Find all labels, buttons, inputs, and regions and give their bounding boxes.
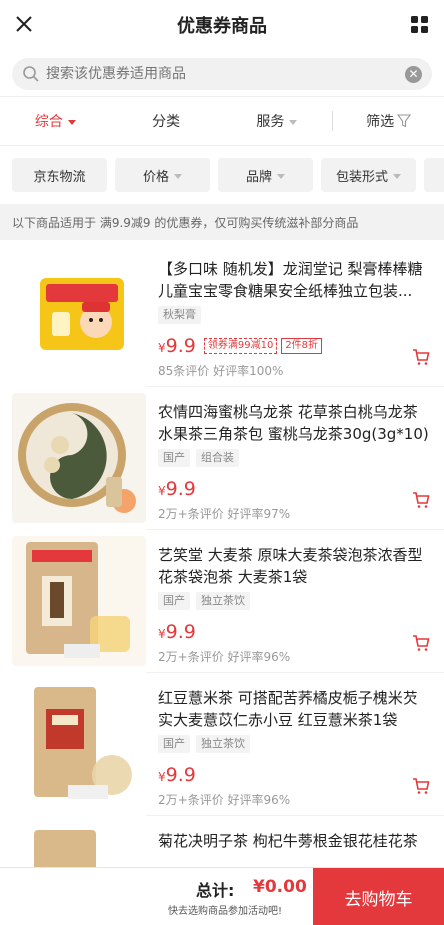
chip-label: 京东物流 (33, 169, 86, 185)
product-card[interactable]: 红豆薏米茶 可搭配苦荞橘皮栀子槐米芡实大麦薏苡仁赤小豆 红豆薏米茶1袋 国产 独… (0, 673, 444, 816)
promo-badge: 2件8折 (281, 338, 323, 354)
product-tag: 独立茶饮 (196, 735, 250, 753)
close-icon[interactable] (12, 12, 36, 36)
search-box[interactable]: ✕ (12, 58, 432, 90)
product-card[interactable]: 【多口味 随机发】龙润堂记 梨膏棒棒糖儿童宝宝零食糖果安全纸棒独立包装... 秋… (0, 244, 444, 387)
add-to-cart-icon[interactable] (412, 491, 430, 509)
price-symbol: ¥ (158, 627, 166, 641)
price: ¥9.9 (158, 335, 196, 357)
total-area: 总计: ¥0.00 快去选购商品参加活动吧! (0, 868, 313, 925)
product-info: 红豆薏米茶 可搭配苦荞橘皮栀子槐米芡实大麦薏苡仁赤小豆 红豆薏米茶1袋 国产 独… (146, 673, 444, 816)
price-value: 9.9 (165, 621, 196, 643)
tag-list: 国产 独立茶饮 (158, 735, 430, 753)
price-row: ¥9.9 (158, 763, 430, 787)
filter-chip-more[interactable] (424, 158, 444, 192)
product-tag: 组合装 (196, 449, 239, 467)
chip-label: 价格 (142, 169, 169, 185)
sort-label: 筛选 (366, 114, 395, 130)
price-value: 9.9 (165, 335, 196, 357)
filter-chip-brand[interactable]: 品牌 (218, 158, 313, 192)
caret-down-icon (174, 173, 182, 179)
caret-down-icon (393, 173, 401, 179)
product-info: 农情四海蜜桃乌龙茶 花草茶白桃乌龙茶水果茶三角茶包 蜜桃乌龙茶30g(3g*10… (146, 387, 444, 530)
product-name[interactable]: 红豆薏米茶 可搭配苦荞橘皮栀子槐米芡实大麦薏苡仁赤小豆 红豆薏米茶1袋 (158, 687, 430, 731)
price: ¥9.9 (158, 621, 196, 643)
price-value: 9.9 (165, 478, 196, 500)
price-row: ¥9.9 领券满99减10 2件8折 (158, 334, 430, 358)
price-row: ¥9.9 (158, 620, 430, 644)
sort-service[interactable]: 服务 (222, 111, 333, 131)
product-image (12, 393, 146, 523)
coupon-notice: 以下商品适用于 满9.9减9 的优惠券，仅可购买传统滋补部分商品 (0, 204, 444, 240)
caret-down-icon (289, 119, 298, 125)
caret-down-icon (67, 119, 76, 125)
tag-list: 国产 组合装 (158, 449, 430, 467)
filter-chip-price[interactable]: 价格 (115, 158, 210, 192)
product-card[interactable]: 艺笑堂 大麦茶 原味大麦茶袋泡茶浓香型花茶袋泡茶 大麦茶1袋 国产 独立茶饮 ¥… (0, 530, 444, 673)
hint-text: 快去选购商品参加活动吧! (168, 906, 283, 917)
grid-menu-icon[interactable] (410, 15, 430, 35)
total-amount: ¥0.00 (253, 877, 307, 897)
product-card[interactable]: 农情四海蜜桃乌龙茶 花草茶白桃乌龙茶水果茶三角茶包 蜜桃乌龙茶30g(3g*10… (0, 387, 444, 530)
sort-label: 综合 (34, 114, 63, 130)
bottom-bar: 总计: ¥0.00 快去选购商品参加活动吧! 去购物车 (0, 867, 444, 925)
search-icon (23, 66, 39, 82)
coupon-badge: 领券满99减10 (203, 338, 278, 354)
product-image (12, 536, 146, 666)
review-summary: 2万+条评价 好评率96% (158, 793, 291, 807)
product-name[interactable]: 农情四海蜜桃乌龙茶 花草茶白桃乌龙茶水果茶三角茶包 蜜桃乌龙茶30g(3g*10… (158, 401, 430, 445)
filter-chip-bar: 京东物流 价格 品牌 包装形式 (0, 146, 444, 204)
tag-list: 秋梨膏 (158, 306, 430, 324)
chip-label: 包装形式 (335, 169, 388, 185)
price-symbol: ¥ (158, 341, 166, 355)
caret-down-icon (277, 173, 285, 179)
header-bar: 优惠券商品 (0, 0, 444, 50)
clear-icon[interactable]: ✕ (405, 65, 422, 83)
funnel-icon (397, 114, 412, 128)
search-input[interactable] (46, 66, 405, 82)
review-summary: 2万+条评价 好评率96% (158, 650, 291, 664)
tag-list: 国产 独立茶饮 (158, 592, 430, 610)
price-symbol: ¥ (158, 770, 166, 784)
price: ¥9.9 (158, 764, 196, 786)
search-bar: ✕ (0, 50, 444, 96)
review-summary: 2万+条评价 好评率97% (158, 507, 291, 521)
add-to-cart-icon[interactable] (412, 777, 430, 795)
page-title: 优惠券商品 (177, 16, 267, 37)
price: ¥9.9 (158, 478, 196, 500)
product-list: 【多口味 随机发】龙润堂记 梨膏棒棒糖儿童宝宝零食糖果安全纸棒独立包装... 秋… (0, 244, 444, 925)
product-image (12, 679, 146, 809)
product-name[interactable]: 【多口味 随机发】龙润堂记 梨膏棒棒糖儿童宝宝零食糖果安全纸棒独立包装... (158, 258, 430, 302)
product-tag: 国产 (158, 449, 190, 467)
add-to-cart-icon[interactable] (412, 348, 430, 366)
add-to-cart-icon[interactable] (412, 634, 430, 652)
product-info: 【多口味 随机发】龙润堂记 梨膏棒棒糖儿童宝宝零食糖果安全纸棒独立包装... 秋… (146, 244, 444, 387)
sort-comprehensive[interactable]: 综合 (0, 111, 111, 131)
product-tag: 独立茶饮 (196, 592, 250, 610)
product-tag: 秋梨膏 (158, 306, 201, 324)
price-value: 9.9 (165, 764, 196, 786)
sort-bar: 综合 分类 服务 筛选 (0, 96, 444, 146)
sort-label: 分类 (152, 114, 181, 130)
sort-category[interactable]: 分类 (111, 111, 222, 131)
sort-label: 服务 (256, 114, 285, 130)
filter-chip-jd-logistics[interactable]: 京东物流 (12, 158, 107, 192)
product-info: 艺笑堂 大麦茶 原味大麦茶袋泡茶浓香型花茶袋泡茶 大麦茶1袋 国产 独立茶饮 ¥… (146, 530, 444, 673)
product-name[interactable]: 艺笑堂 大麦茶 原味大麦茶袋泡茶浓香型花茶袋泡茶 大麦茶1袋 (158, 544, 430, 588)
product-tag: 国产 (158, 735, 190, 753)
product-tag: 国产 (158, 592, 190, 610)
product-image (12, 250, 146, 380)
price-symbol: ¥ (158, 484, 166, 498)
review-summary: 85条评价 好评率100% (158, 364, 284, 378)
chip-label: 品牌 (245, 169, 272, 185)
sort-filter[interactable]: 筛选 (333, 111, 444, 131)
price-row: ¥9.9 (158, 477, 430, 501)
go-to-cart-button[interactable]: 去购物车 (313, 868, 444, 925)
filter-chip-packaging[interactable]: 包装形式 (321, 158, 416, 192)
total-label: 总计: (196, 881, 235, 900)
